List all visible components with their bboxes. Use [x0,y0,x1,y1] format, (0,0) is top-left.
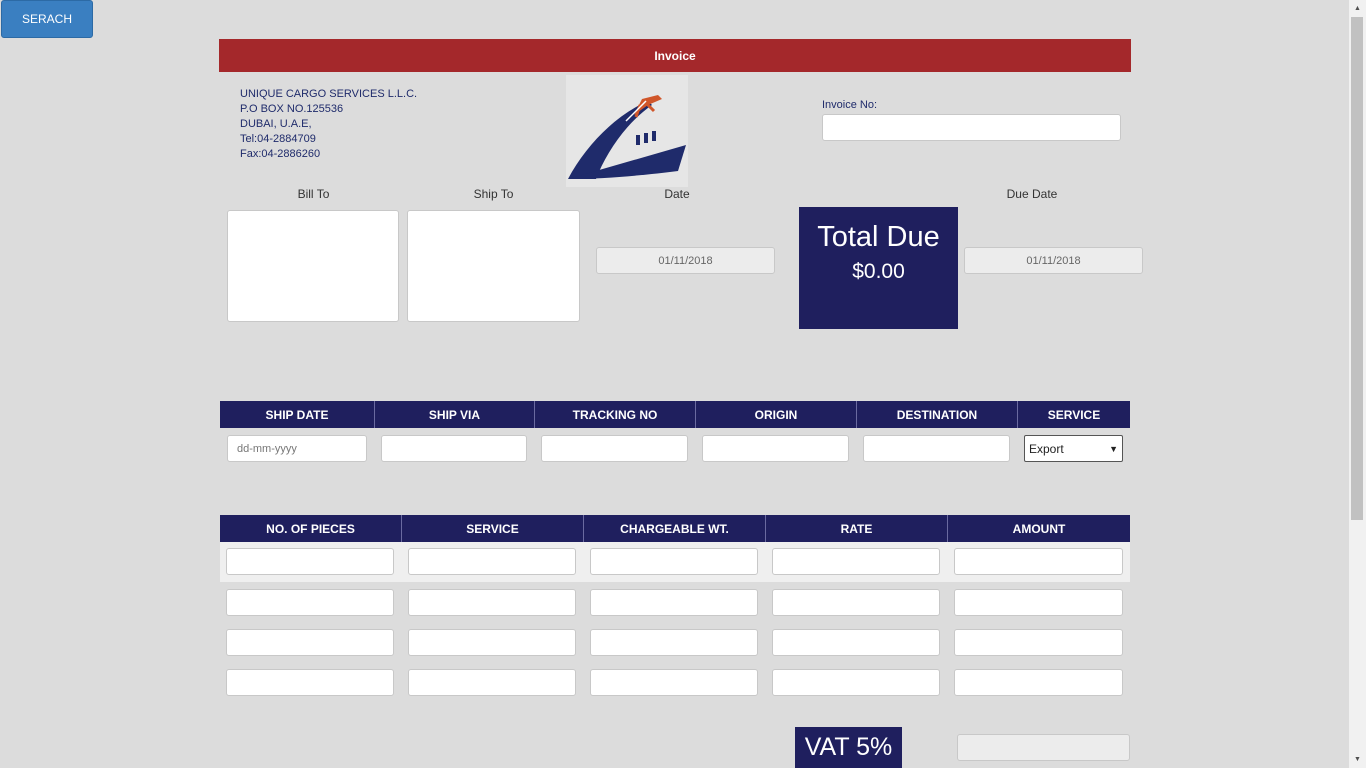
pieces-input[interactable] [226,669,394,696]
due-date-label: Due Date [1006,187,1058,201]
pieces-input[interactable] [226,629,394,656]
vat-label: VAT 5% [795,727,902,768]
rate-input[interactable] [772,669,940,696]
company-address: UNIQUE CARGO SERVICES L.L.C. P.O BOX NO.… [240,87,417,162]
origin-header: ORIGIN [696,401,857,428]
company-city: DUBAI, U.A.E, [240,118,312,130]
company-po-box: P.O BOX NO.125536 [240,103,344,115]
service-select-value: Export [1029,441,1064,456]
total-due-box: Total Due $0.00 [799,207,958,329]
amount-input[interactable] [954,589,1123,616]
destination-header: DESTINATION [857,401,1018,428]
item-service-input[interactable] [408,669,576,696]
company-fax: Fax:04-2886260 [240,148,321,160]
service-header: SERVICE [1018,401,1130,428]
chargeable-wt-header: CHARGEABLE WT. [584,515,766,542]
item-service-input[interactable] [408,629,576,656]
scroll-down-arrow-icon[interactable]: ▼ [1349,751,1366,768]
rate-input[interactable] [772,629,940,656]
scroll-up-arrow-icon[interactable]: ▲ [1349,0,1366,17]
amount-header: AMOUNT [948,515,1130,542]
company-name: UNIQUE CARGO SERVICES L.L.C. [240,88,418,100]
pieces-input[interactable] [226,548,394,575]
scrollbar-thumb[interactable] [1351,17,1363,520]
item-service-input[interactable] [408,548,576,575]
chargeable-wt-input[interactable] [590,629,758,656]
bill-to-label: Bill To [297,187,330,201]
total-due-label: Total Due [817,221,940,253]
bill-to-textarea[interactable] [227,210,399,322]
chevron-down-icon: ▼ [1109,443,1118,454]
ship-date-input[interactable]: dd-mm-yyyy [227,435,367,462]
chargeable-wt-input[interactable] [590,669,758,696]
invoice-header: Invoice [219,39,1131,72]
tracking-no-header: TRACKING NO [535,401,696,428]
item-service-header: SERVICE [402,515,584,542]
chargeable-wt-input[interactable] [590,548,758,575]
company-tel: Tel:04-2884709 [240,133,316,145]
amount-input[interactable] [954,548,1123,575]
ship-to-label: Ship To [473,187,514,201]
amount-input[interactable] [954,629,1123,656]
date-input[interactable]: 01/11/2018 [596,247,775,274]
service-select[interactable]: Export ▼ [1024,435,1123,462]
tracking-no-input[interactable] [541,435,688,462]
pieces-header: NO. OF PIECES [220,515,402,542]
rate-input[interactable] [772,548,940,575]
pieces-input[interactable] [226,589,394,616]
invoice-no-label: Invoice No: [822,99,878,111]
ship-via-header: SHIP VIA [375,401,535,428]
rate-input[interactable] [772,589,940,616]
search-button[interactable]: SERACH [1,0,93,38]
total-due-value: $0.00 [852,260,905,283]
invoice-no-input[interactable] [822,114,1121,141]
destination-input[interactable] [863,435,1010,462]
due-date-input[interactable]: 01/11/2018 [964,247,1143,274]
ship-date-header: SHIP DATE [220,401,375,428]
vat-input[interactable] [957,734,1130,761]
chargeable-wt-input[interactable] [590,589,758,616]
origin-input[interactable] [702,435,849,462]
ship-via-input[interactable] [381,435,527,462]
ship-to-textarea[interactable] [407,210,580,322]
rate-header: RATE [766,515,948,542]
cargo-logo [566,75,688,187]
date-label: Date [664,187,690,201]
page-scrollbar[interactable]: ▲ ▼ [1349,0,1366,768]
item-service-input[interactable] [408,589,576,616]
amount-input[interactable] [954,669,1123,696]
